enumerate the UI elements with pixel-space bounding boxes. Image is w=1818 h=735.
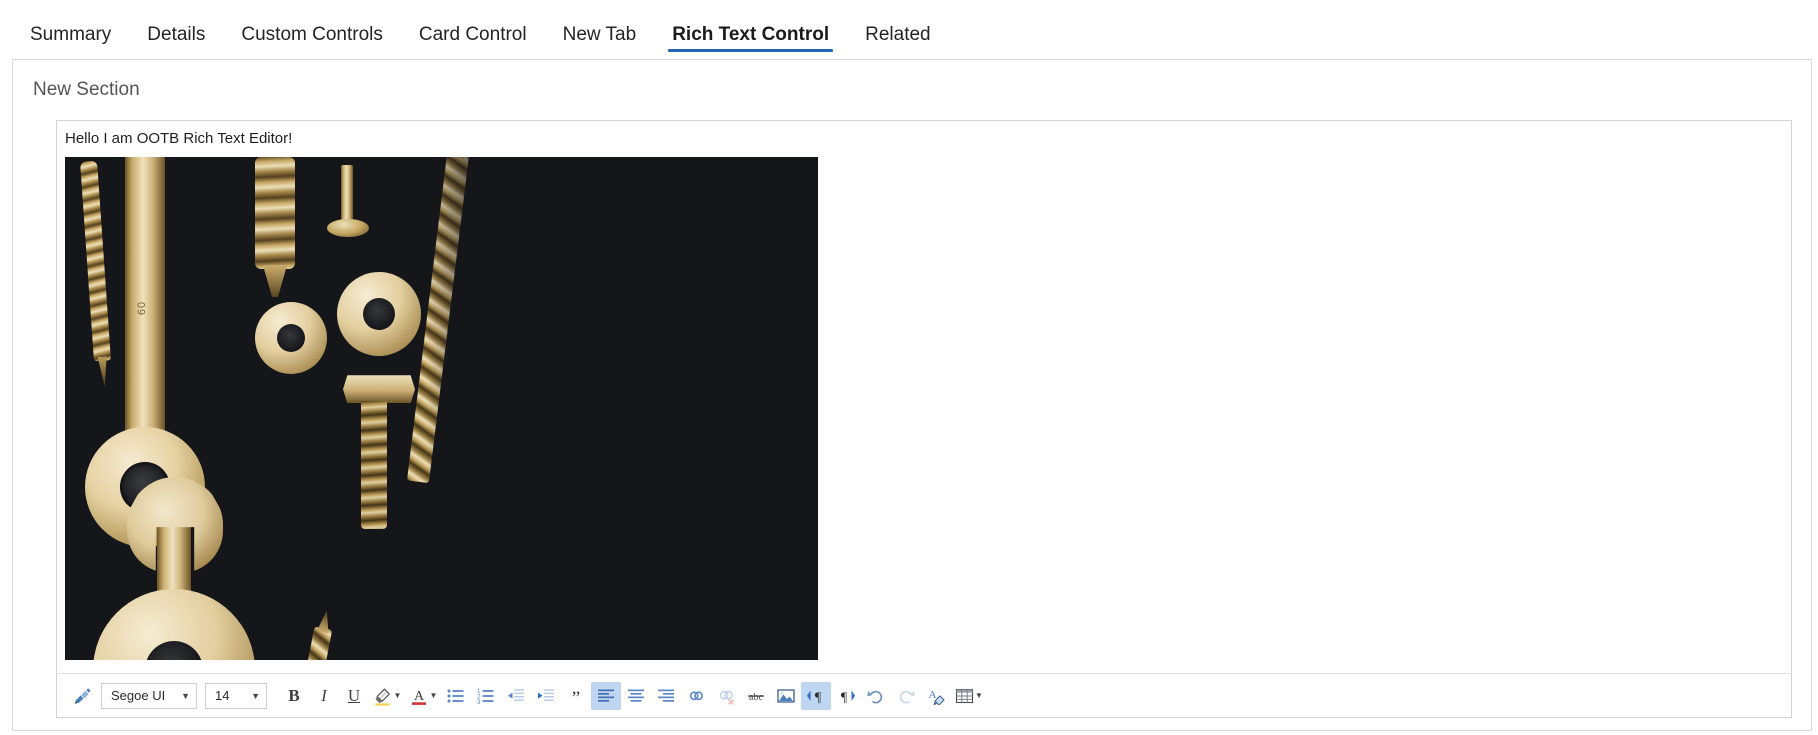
numbered-list-button[interactable]: 1 2 3 — [471, 682, 501, 710]
tab-card-control[interactable]: Card Control — [405, 25, 541, 56]
redo-button[interactable] — [891, 682, 921, 710]
photo-anchor-bolt — [255, 157, 295, 270]
photo-washer-large — [93, 589, 255, 661]
editor-inserted-image[interactable]: 60 — [65, 157, 818, 661]
highlight-color-button[interactable]: ▼ — [369, 682, 405, 710]
align-left-button[interactable] — [591, 681, 621, 710]
rich-text-editor-content[interactable]: Hello I am OOTB Rich Text Editor! 60 — [57, 121, 1791, 673]
tab-summary[interactable]: Summary — [16, 25, 125, 56]
rich-text-editor[interactable]: Hello I am OOTB Rich Text Editor! 60 Seg… — [56, 120, 1792, 718]
svg-text:A: A — [413, 689, 424, 704]
align-right-button[interactable] — [651, 682, 681, 710]
format-painter-icon[interactable] — [67, 682, 97, 710]
remove-link-button[interactable] — [711, 682, 741, 710]
chevron-down-icon: ▼ — [429, 691, 438, 700]
photo-drill-bit-small — [287, 626, 333, 661]
insert-table-button[interactable]: ▼ — [951, 682, 987, 710]
chevron-down-icon: ▼ — [181, 690, 190, 701]
clear-format-button[interactable]: A — [921, 682, 951, 710]
svg-text:A: A — [929, 689, 937, 701]
tab-rich-text-control[interactable]: Rich Text Control — [658, 25, 843, 56]
insert-image-button[interactable] — [771, 682, 801, 710]
font-size-value: 14 — [215, 688, 230, 703]
photo-hex-bolt-shaft — [361, 401, 387, 530]
tab-details[interactable]: Details — [133, 25, 219, 56]
ltr-direction-button[interactable]: ¶ — [801, 681, 831, 710]
insert-link-button[interactable] — [681, 682, 711, 710]
blockquote-button[interactable]: ” — [561, 679, 591, 713]
photo-screw — [80, 160, 111, 362]
italic-button[interactable]: I — [309, 682, 339, 710]
photo-hex-bolt-head — [343, 375, 415, 404]
decrease-indent-button[interactable] — [501, 682, 531, 710]
font-size-select[interactable]: 14 ▼ — [205, 682, 267, 709]
tab-new-tab[interactable]: New Tab — [549, 25, 651, 56]
font-family-select[interactable]: Segoe UI ▼ — [101, 682, 197, 709]
underline-button[interactable]: U — [339, 682, 369, 710]
increase-indent-button[interactable] — [531, 682, 561, 710]
bulleted-list-button[interactable] — [441, 682, 471, 710]
svg-text:¶: ¶ — [815, 690, 822, 705]
svg-text:¶: ¶ — [841, 690, 848, 705]
svg-text:abc: abc — [749, 692, 763, 703]
chevron-down-icon: ▼ — [251, 690, 260, 701]
rich-text-toolbar: Segoe UI ▼ 14 ▼ B I U ▼ A ▼ 1 2 3 ” abc … — [57, 673, 1791, 717]
font-family-value: Segoe UI — [111, 688, 166, 703]
font-color-button[interactable]: A ▼ — [405, 682, 441, 710]
tab-custom-controls[interactable]: Custom Controls — [227, 25, 397, 56]
photo-washer-small — [255, 302, 327, 375]
align-center-button[interactable] — [621, 682, 651, 710]
tab-related[interactable]: Related — [851, 25, 945, 56]
photo-wrench-marking: 60 — [136, 301, 149, 316]
chevron-down-icon: ▼ — [975, 691, 983, 700]
strikethrough-button[interactable]: abc — [741, 682, 771, 710]
editor-body-text: Hello I am OOTB Rich Text Editor! — [65, 130, 293, 147]
svg-text:3: 3 — [477, 700, 481, 705]
photo-washer-medium — [337, 272, 421, 357]
bold-button[interactable]: B — [279, 682, 309, 710]
section-title: New Section — [33, 79, 140, 100]
tab-strip: Summary Details Custom Controls Card Con… — [0, 0, 1818, 56]
photo-rivet-head — [327, 219, 369, 238]
section-container: New Section Hello I am OOTB Rich Text Ed… — [12, 59, 1812, 731]
chevron-down-icon: ▼ — [393, 691, 402, 700]
rtl-direction-button[interactable]: ¶ — [831, 682, 861, 710]
undo-button[interactable] — [861, 682, 891, 710]
